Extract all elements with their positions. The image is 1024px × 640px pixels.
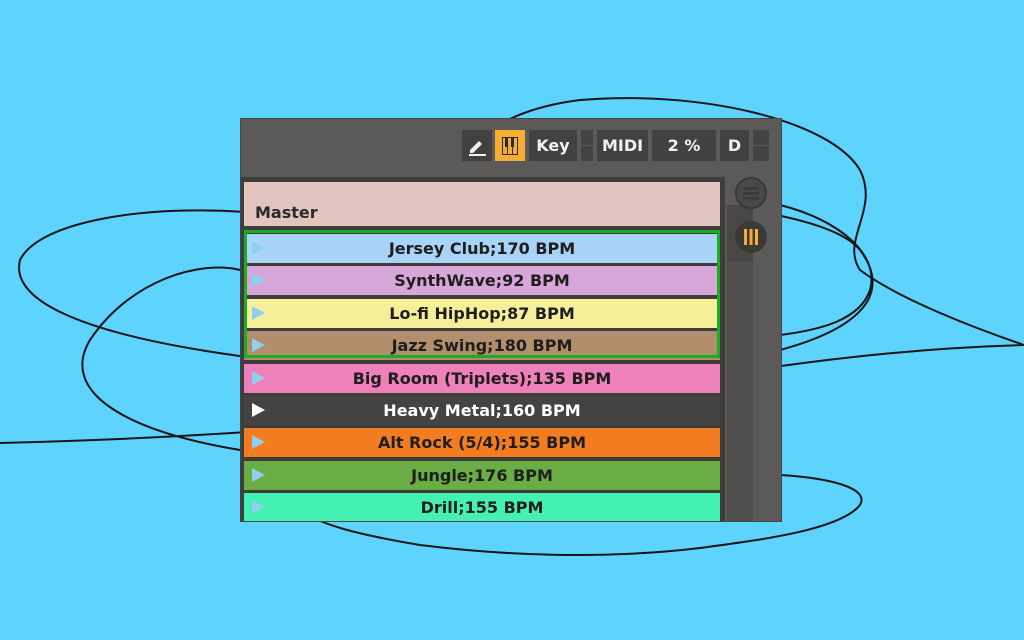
track-row[interactable]: Lo-fi HipHop;87 BPM <box>244 299 720 328</box>
midi-label: MIDI <box>601 136 644 155</box>
play-icon[interactable] <box>252 403 265 417</box>
list-icon <box>735 177 767 209</box>
track-row[interactable]: Jungle;176 BPM <box>244 461 720 490</box>
track-row[interactable]: Big Room (Triplets);135 BPM <box>244 364 720 393</box>
columns-icon <box>736 222 766 252</box>
track-row[interactable]: SynthWave;92 BPM <box>244 266 720 295</box>
scrollbar[interactable] <box>727 261 753 521</box>
key-label: Key <box>536 136 570 155</box>
track-label: Jazz Swing;180 BPM <box>391 336 573 355</box>
track-list: Master Jersey Club;170 BPM SynthWave;92 B… <box>241 177 725 521</box>
piano-keys-icon <box>502 136 518 155</box>
list-button[interactable] <box>735 177 767 209</box>
track-row[interactable]: Drill;155 BPM <box>244 493 720 521</box>
play-icon[interactable] <box>252 241 265 255</box>
side-panel <box>725 177 781 521</box>
track-row[interactable]: Heavy Metal;160 BPM <box>244 396 720 425</box>
track-label: Big Room (Triplets);135 BPM <box>352 369 612 388</box>
play-icon[interactable] <box>252 435 265 449</box>
columns-button[interactable] <box>735 221 767 253</box>
track-label: Drill;155 BPM <box>420 498 544 517</box>
master-label: Master <box>255 203 318 222</box>
track-label: Lo-fi HipHop;87 BPM <box>389 304 575 323</box>
d-label: D <box>727 136 742 155</box>
percent-button[interactable]: 2 % <box>652 130 716 161</box>
d-button[interactable]: D <box>720 130 749 161</box>
track-label: Jungle;176 BPM <box>411 466 553 485</box>
pencil-icon <box>469 140 486 156</box>
piano-button[interactable] <box>495 130 525 161</box>
track-row[interactable]: Jersey Club;170 BPM <box>244 234 720 263</box>
play-icon[interactable] <box>252 500 265 514</box>
track-row[interactable]: Alt Rock (5/4);155 BPM <box>244 428 720 457</box>
play-icon[interactable] <box>252 371 265 385</box>
play-icon[interactable] <box>252 338 265 352</box>
midi-button[interactable]: MIDI <box>597 130 648 161</box>
key-button[interactable]: Key <box>529 130 577 161</box>
track-row[interactable]: Jazz Swing;180 BPM <box>244 331 720 360</box>
track-label: Heavy Metal;160 BPM <box>383 401 581 420</box>
toolbar: Key MIDI 2 % D <box>241 119 781 173</box>
track-label: SynthWave;92 BPM <box>394 271 570 290</box>
pencil-button[interactable] <box>462 130 492 161</box>
play-icon[interactable] <box>252 306 265 320</box>
toolbar-divider <box>581 130 593 161</box>
track-label: Alt Rock (5/4);155 BPM <box>377 433 587 452</box>
toolbar-divider <box>753 130 769 161</box>
track-label: Jersey Club;170 BPM <box>388 239 576 258</box>
percent-label: 2 % <box>667 136 701 155</box>
browser-panel: Key MIDI 2 % D Master Jersey Club;170 BP… <box>240 118 782 522</box>
play-icon[interactable] <box>252 273 265 287</box>
play-icon[interactable] <box>252 468 265 482</box>
master-track[interactable]: Master <box>244 182 720 226</box>
